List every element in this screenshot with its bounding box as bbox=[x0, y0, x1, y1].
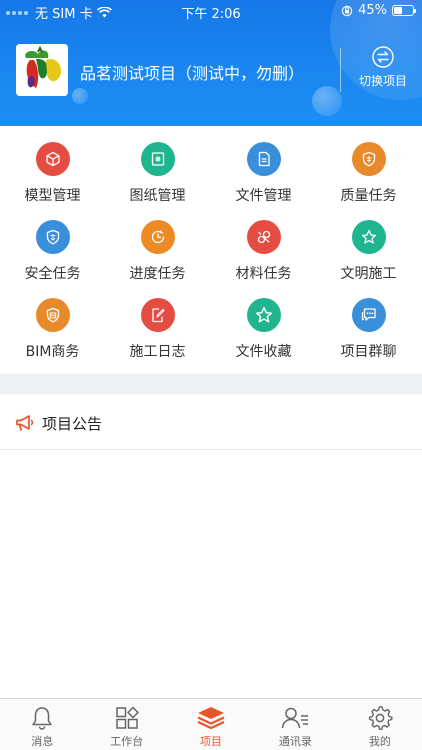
battery-percent: 45% bbox=[358, 3, 387, 18]
drawing-icon bbox=[140, 142, 175, 176]
battery-icon bbox=[392, 5, 416, 16]
project-layers-icon bbox=[197, 707, 225, 730]
module-safety-task[interactable]: 安全任务 bbox=[0, 204, 105, 282]
module-label: 文明施工 bbox=[340, 266, 397, 282]
switch-arrows-icon bbox=[372, 46, 394, 68]
chat-icon bbox=[351, 298, 386, 332]
cube-icon bbox=[35, 142, 70, 176]
module-bim-business[interactable]: BIM商务 bbox=[0, 282, 105, 360]
module-label: BIM商务 bbox=[25, 344, 80, 360]
project-announcements[interactable]: 项目公告 bbox=[0, 394, 422, 450]
module-file-favorites[interactable]: 文件收藏 bbox=[211, 282, 316, 360]
decor-bubble bbox=[312, 86, 342, 116]
announcements-title: 项目公告 bbox=[42, 415, 103, 433]
module-label: 材料任务 bbox=[235, 266, 292, 282]
tab-label: 通讯录 bbox=[278, 735, 312, 748]
switch-project-label: 切换项目 bbox=[358, 74, 407, 88]
workbench-grid-icon bbox=[115, 706, 139, 729]
bottom-tab-bar: 消息 工作台 项目 通讯录 我的 bbox=[0, 698, 422, 750]
business-icon bbox=[35, 298, 70, 332]
module-label: 安全任务 bbox=[24, 266, 81, 282]
civilized-star-icon bbox=[351, 220, 386, 254]
section-divider bbox=[0, 374, 422, 394]
switch-project-button[interactable]: 切换项目 bbox=[350, 46, 416, 89]
module-label: 模型管理 bbox=[24, 188, 81, 204]
megaphone-icon bbox=[16, 415, 34, 431]
orientation-lock-icon bbox=[341, 5, 353, 16]
bell-icon bbox=[32, 707, 52, 730]
module-file-management[interactable]: 文件管理 bbox=[211, 126, 316, 204]
module-material-task[interactable]: 材料任务 bbox=[211, 204, 316, 282]
contacts-icon bbox=[282, 707, 309, 729]
tab-contacts[interactable]: 通讯录 bbox=[253, 699, 337, 750]
project-header: 无 SIM 卡 下午 2:06 45% 品茗测试项目（测试中，勿删） 切换项目 bbox=[0, 0, 422, 126]
tab-label: 我的 bbox=[368, 735, 391, 748]
progress-clock-icon bbox=[140, 220, 175, 254]
module-quality-task[interactable]: 质量任务 bbox=[316, 126, 421, 204]
module-label: 质量任务 bbox=[340, 188, 397, 204]
module-construction-log[interactable]: 施工日志 bbox=[105, 282, 210, 360]
header-divider bbox=[340, 48, 341, 92]
module-label: 进度任务 bbox=[129, 266, 186, 282]
tab-workbench[interactable]: 工作台 bbox=[84, 699, 168, 750]
tab-label: 工作台 bbox=[110, 735, 144, 748]
tab-label: 项目 bbox=[200, 735, 223, 748]
settings-gear-icon bbox=[368, 706, 393, 731]
project-title: 品茗测试项目（测试中，勿删） bbox=[80, 64, 305, 83]
tab-messages[interactable]: 消息 bbox=[0, 699, 84, 750]
safety-shield-icon bbox=[35, 220, 70, 254]
tab-label: 消息 bbox=[31, 735, 54, 748]
tab-me[interactable]: 我的 bbox=[338, 699, 422, 750]
module-drawing-management[interactable]: 图纸管理 bbox=[105, 126, 210, 204]
status-bar: 无 SIM 卡 下午 2:06 45% bbox=[0, 0, 422, 22]
module-label: 项目群聊 bbox=[340, 344, 397, 360]
decor-bubble bbox=[72, 88, 88, 104]
project-logo bbox=[16, 44, 68, 96]
module-civilized-construction[interactable]: 文明施工 bbox=[316, 204, 421, 282]
log-edit-icon bbox=[140, 298, 175, 332]
module-label: 图纸管理 bbox=[129, 188, 186, 204]
material-icon bbox=[246, 220, 281, 254]
module-label: 施工日志 bbox=[129, 344, 186, 360]
favorite-star-icon bbox=[246, 298, 281, 332]
module-project-group-chat[interactable]: 项目群聊 bbox=[316, 282, 421, 360]
module-progress-task[interactable]: 进度任务 bbox=[105, 204, 210, 282]
module-label: 文件收藏 bbox=[235, 344, 292, 360]
file-icon bbox=[246, 142, 281, 176]
module-grid: 模型管理 图纸管理 文件管理 质量任务 安全任务 进度任务 材料任务 文明施工 … bbox=[0, 126, 422, 374]
quality-badge-icon bbox=[351, 142, 386, 176]
tab-project[interactable]: 项目 bbox=[169, 699, 253, 750]
module-label: 文件管理 bbox=[235, 188, 292, 204]
module-model-management[interactable]: 模型管理 bbox=[0, 126, 105, 204]
